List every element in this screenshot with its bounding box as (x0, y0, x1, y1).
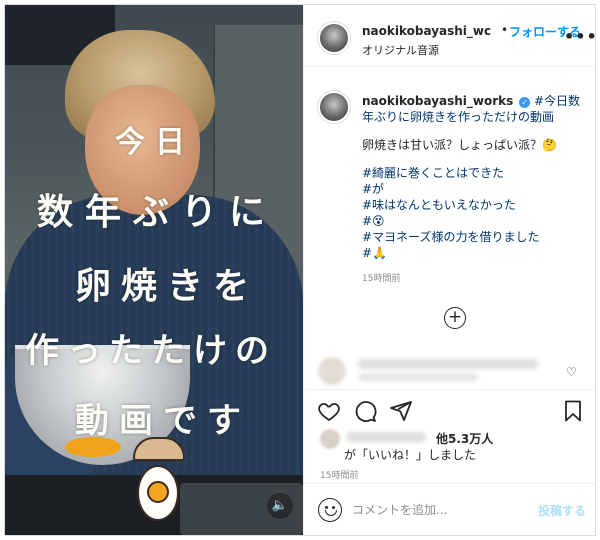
comment-like-heart-icon[interactable]: ♡ (566, 365, 577, 379)
hashtag[interactable]: #が (362, 181, 588, 197)
post-comment-button[interactable]: 投稿する (538, 502, 586, 519)
save-bookmark-icon[interactable] (560, 398, 586, 424)
more-options-icon[interactable]: ••• (564, 27, 598, 46)
hashtag[interactable]: #😵 (362, 213, 588, 229)
overlay-line-3: 卵焼きを (75, 265, 260, 307)
likes-suffix: が「いいね！」しました (344, 448, 477, 462)
speaker-muted-icon[interactable]: 🔈 (267, 493, 293, 519)
commenter-avatar[interactable] (318, 357, 346, 385)
caption-body: naokikobayashi_works ✓ #今日数年ぶりに卵焼きを作っただけ… (362, 93, 588, 287)
hashtag[interactable]: #綺麗に巻くことはできた (362, 165, 588, 181)
add-comment-bar: 投稿する (304, 483, 596, 535)
comment-item: ♡ (304, 349, 596, 389)
instagram-post-modal: 今日 数年ぶりに 卵焼きを 作ったたけの 動画です 🔈 naokikobayas… (4, 4, 598, 536)
egg-sticker-icon (125, 437, 195, 527)
hashtag[interactable]: #マヨネーズ様の力を借りました (362, 229, 588, 245)
likes-summary: 他5.3万人 が「いいね！」しました (304, 427, 596, 467)
comment-input[interactable] (352, 500, 512, 520)
hashtag[interactable]: #味はなんともいえなかった (362, 197, 588, 213)
action-bar (304, 389, 596, 431)
overlay-line-5: 動画です (75, 401, 251, 441)
comment-bubble-icon[interactable] (352, 398, 378, 424)
share-paper-plane-icon[interactable] (388, 398, 414, 424)
overlay-line-4: 作ったたけの (25, 331, 277, 371)
hashtag[interactable]: #🙏 (362, 245, 588, 261)
caption-question: 卵焼きは甘い派？しょっぱい派？🤔 (362, 138, 557, 152)
caption-hashtags: #綺麗に巻くことはできた #が #味はなんともいえなかった #😵 #マヨネーズ様… (362, 165, 588, 261)
post-timestamp[interactable]: 15時間前 (320, 468, 358, 481)
post-header: naokikobayashi_wc • フォローする オリジナル音源 ••• (304, 5, 598, 67)
author-avatar[interactable] (318, 22, 350, 54)
original-audio-link[interactable]: オリジナル音源 (362, 42, 439, 58)
caption-time: 15時間前 (362, 274, 401, 284)
liker-avatar[interactable] (320, 429, 340, 449)
author-username[interactable]: naokikobayashi_wc (362, 24, 491, 38)
caption-avatar[interactable] (318, 91, 350, 123)
comment-text-blurred (358, 359, 538, 369)
load-more-comments-icon[interactable]: + (444, 307, 466, 329)
emoji-smiley-icon[interactable] (318, 498, 342, 522)
overlay-line-1: 今日 (115, 125, 195, 160)
like-heart-icon[interactable] (316, 398, 342, 424)
post-video[interactable]: 今日 数年ぶりに 卵焼きを 作ったたけの 動画です 🔈 (5, 5, 303, 535)
post-side-panel: naokikobayashi_wc • フォローする オリジナル音源 ••• n… (303, 5, 598, 535)
verified-badge-icon: ✓ (519, 97, 531, 108)
overlay-line-2: 数年ぶりに (37, 191, 278, 233)
liker-name-blurred[interactable] (346, 432, 426, 442)
likes-count[interactable]: 他5.3万人 (436, 430, 493, 447)
post-caption: naokikobayashi_works ✓ #今日数年ぶりに卵焼きを作っただけ… (304, 67, 596, 337)
caption-username[interactable]: naokikobayashi_works (362, 94, 513, 108)
separator-dot: • (501, 23, 509, 37)
